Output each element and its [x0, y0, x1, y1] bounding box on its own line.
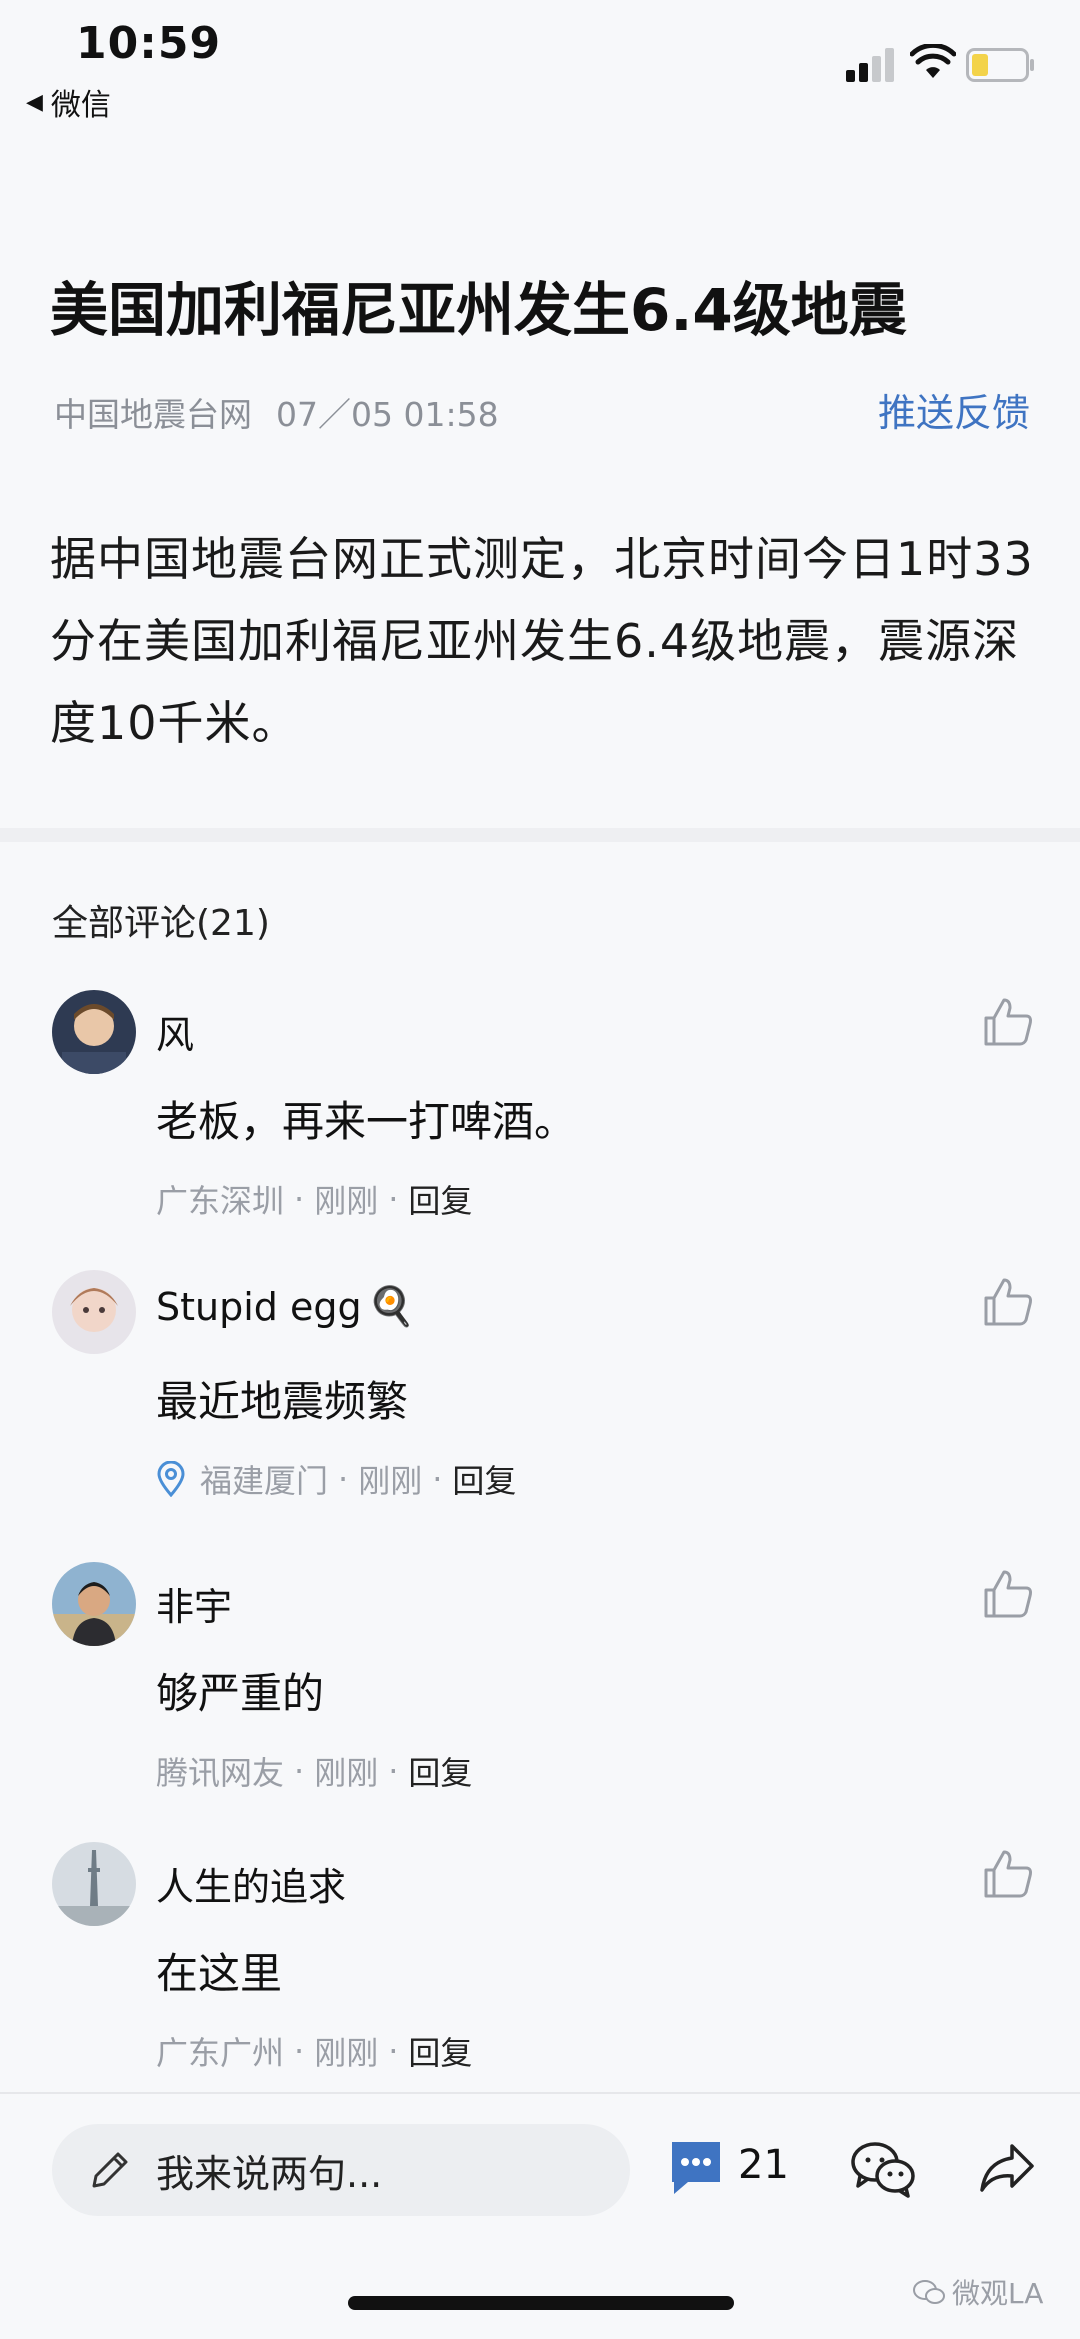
reply-button[interactable]: 回复: [408, 1176, 472, 1222]
comment-meta: 腾讯网友 · 刚刚 · 回复: [156, 1748, 472, 1794]
comment-item: 风 老板，再来一打啤酒。 广东深圳 · 刚刚 · 回复: [0, 990, 1080, 1250]
meta-separator: ·: [388, 1752, 399, 1790]
meta-separator: ·: [432, 1460, 443, 1498]
location-pin-icon: [157, 1461, 185, 1497]
back-app-label: 微信: [50, 88, 111, 123]
comments-header: 全部评论(21): [52, 903, 270, 944]
article-body: 据中国地震台网正式测定，北京时间今日1时33分在美国加利福尼亚州发生6.4级地震…: [50, 532, 1034, 750]
avatar[interactable]: [52, 1562, 136, 1646]
wechat-logo-icon: [913, 2280, 945, 2304]
avatar[interactable]: [52, 1270, 136, 1354]
comment-text: 够严重的: [156, 1669, 325, 1718]
watermark: 微观LA: [912, 2272, 1043, 2312]
wifi-icon: [910, 44, 956, 78]
signal-icon: [846, 48, 894, 82]
comment-author-name: 人生的追求: [156, 1865, 347, 1909]
comment-time: 刚刚: [358, 1462, 423, 1500]
comment-author-name: Stupid egg: [156, 1284, 362, 1329]
comment-meta: 福建厦门 · 刚刚 · 回复: [156, 1456, 516, 1502]
comment-location: 广东深圳: [156, 1182, 285, 1220]
bottom-bar: 我来说两句... 21 微观LA: [0, 2092, 1080, 2339]
comment-meta: 广东深圳 · 刚刚 · 回复: [156, 1176, 472, 1222]
comment-location: 腾讯网友: [156, 1754, 285, 1792]
comment-location: 广东广州: [156, 2034, 285, 2072]
section-divider: [0, 828, 1080, 842]
comment-author-name: 风: [156, 1013, 195, 1057]
meta-separator: ·: [388, 1180, 399, 1218]
status-time: 10:59: [76, 18, 222, 69]
article: 美国加利福尼亚州发生6.4级地震 中国地震台网 07／05 01:58 推送反馈…: [0, 130, 1080, 830]
reply-button[interactable]: 回复: [452, 1456, 516, 1502]
comment-input-placeholder: 我来说两句...: [156, 2151, 383, 2196]
share-icon[interactable]: [978, 2138, 1036, 2196]
wechat-share-icon[interactable]: [850, 2140, 916, 2198]
like-icon[interactable]: [982, 1848, 1034, 1900]
meta-separator: ·: [338, 1460, 349, 1498]
comment-author-name: 非宇: [156, 1585, 233, 1629]
comments-icon[interactable]: [668, 2138, 724, 2198]
back-triangle-icon: ◀: [26, 89, 43, 115]
like-icon[interactable]: [982, 1276, 1034, 1328]
comment-text: 老板，再来一打啤酒。: [156, 1097, 577, 1146]
article-meta: 中国地震台网 07／05 01:58: [54, 388, 499, 436]
home-indicator[interactable]: [348, 2296, 734, 2310]
comment-author[interactable]: 非宇: [156, 1576, 232, 1631]
comment-time: 刚刚: [314, 1754, 379, 1792]
comment-count[interactable]: 21: [738, 2142, 789, 2188]
comment-input[interactable]: 我来说两句...: [52, 2124, 630, 2216]
watermark-text: 微观LA: [952, 2277, 1044, 2310]
comment-text: 在这里: [156, 1949, 283, 1998]
battery-icon: [966, 48, 1034, 82]
comment-author[interactable]: Stupid egg 🍳: [156, 1284, 415, 1329]
back-to-app-link[interactable]: ◀ 微信: [26, 80, 111, 124]
like-icon[interactable]: [982, 1568, 1034, 1620]
frying-pan-emoji-icon: 🍳: [367, 1284, 415, 1328]
meta-separator: ·: [294, 1180, 305, 1218]
comment-time: 刚刚: [314, 2034, 379, 2072]
reply-button[interactable]: 回复: [408, 2028, 472, 2074]
comment-item: 非宇 够严重的 腾讯网友 · 刚刚 · 回复: [0, 1562, 1080, 1822]
comment-meta: 广东广州 · 刚刚 · 回复: [156, 2028, 472, 2074]
avatar[interactable]: [52, 990, 136, 1074]
like-icon[interactable]: [982, 996, 1034, 1048]
comment-author[interactable]: 风: [156, 1004, 194, 1059]
comment-author[interactable]: 人生的追求: [156, 1856, 346, 1911]
meta-separator: ·: [294, 2032, 305, 2070]
comment-time: 刚刚: [314, 1182, 379, 1220]
article-title: 美国加利福尼亚州发生6.4级地震: [50, 276, 907, 344]
comment-location[interactable]: 福建厦门: [200, 1456, 328, 1502]
avatar[interactable]: [52, 1842, 136, 1926]
comment-item: Stupid egg 🍳 最近地震频繁 福建厦门 · 刚刚 · 回复: [0, 1270, 1080, 1530]
status-bar: 10:59 ◀ 微信: [0, 0, 1080, 130]
comment-item: 人生的追求 在这里 广东广州 · 刚刚 · 回复: [0, 1842, 1080, 2102]
push-feedback-link[interactable]: 推送反馈: [878, 382, 1030, 437]
meta-separator: ·: [294, 1752, 305, 1790]
pencil-icon: [92, 2152, 128, 2188]
article-source: 中国地震台网: [54, 395, 252, 434]
meta-separator: ·: [388, 2032, 399, 2070]
comment-text: 最近地震频繁: [156, 1377, 409, 1426]
article-timestamp: 07／05 01:58: [276, 395, 499, 434]
reply-button[interactable]: 回复: [408, 1748, 472, 1794]
